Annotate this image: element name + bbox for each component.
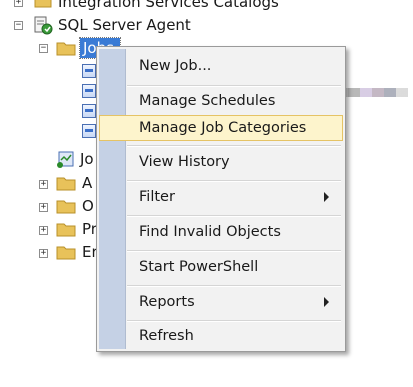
expand-toggle-icon[interactable]: +	[39, 203, 48, 212]
menu-item-new-job[interactable]: New Job...	[99, 53, 343, 79]
menu-item-label: Reports	[139, 294, 195, 310]
job-icon[interactable]	[82, 84, 96, 98]
menu-separator	[127, 285, 341, 287]
job-icon[interactable]	[82, 124, 96, 138]
menu-item-manage-job-categories[interactable]: Manage Job Categories	[99, 115, 343, 141]
menu-separator	[127, 215, 341, 217]
menu-item-reports[interactable]: Reports	[99, 289, 343, 315]
menu-item-label: Find Invalid Objects	[139, 224, 281, 240]
menu-separator	[127, 145, 341, 147]
expand-toggle-icon[interactable]: +	[39, 180, 48, 189]
collapse-toggle-icon[interactable]: −	[14, 21, 23, 30]
job-icon[interactable]	[82, 104, 96, 118]
menu-item-label: Refresh	[139, 328, 194, 344]
job-activity-monitor-icon	[57, 151, 74, 168]
menu-item-refresh[interactable]: Refresh	[99, 323, 343, 349]
menu-item-filter[interactable]: Filter	[99, 184, 343, 210]
submenu-arrow-icon	[324, 297, 329, 307]
folder-icon	[56, 42, 76, 56]
menu-item-label: Start PowerShell	[139, 259, 259, 275]
tree-node-job-activity-monitor[interactable]: Jo	[80, 150, 94, 168]
tree-node-integration-catalogs[interactable]: Integration Services Catalogs	[58, 0, 279, 11]
folder-icon	[56, 200, 76, 214]
tree-node-sql-server-agent[interactable]: SQL Server Agent	[58, 16, 191, 34]
menu-item-label: Manage Job Categories	[139, 120, 307, 136]
tree-node-operators[interactable]: O	[82, 197, 94, 215]
tree-node-alerts[interactable]: A	[82, 174, 92, 192]
collapse-toggle-icon[interactable]: −	[39, 44, 48, 53]
tree-node-proxies[interactable]: Pr	[82, 220, 97, 238]
expand-toggle-icon[interactable]: +	[39, 226, 48, 235]
submenu-arrow-icon	[324, 192, 329, 202]
sql-agent-icon	[34, 16, 53, 35]
menu-item-label: View History	[139, 154, 230, 170]
menu-item-start-powershell[interactable]: Start PowerShell	[99, 254, 343, 280]
folder-icon	[34, 0, 52, 8]
menu-item-label: Filter	[139, 189, 175, 205]
menu-separator	[127, 85, 341, 87]
context-menu: New Job... Manage Schedules Manage Job C…	[96, 46, 346, 352]
menu-item-manage-schedules[interactable]: Manage Schedules	[99, 88, 343, 114]
menu-item-find-invalid-objects[interactable]: Find Invalid Objects	[99, 219, 343, 245]
expand-toggle-icon[interactable]: +	[39, 249, 48, 258]
folder-icon	[56, 223, 76, 237]
menu-separator	[127, 320, 341, 322]
expand-toggle-icon[interactable]: +	[14, 0, 23, 7]
menu-separator	[127, 180, 341, 182]
job-icon[interactable]	[82, 64, 96, 78]
menu-item-view-history[interactable]: View History	[99, 149, 343, 175]
menu-item-label: New Job...	[139, 58, 212, 74]
folder-icon	[56, 246, 76, 260]
folder-icon	[56, 177, 76, 191]
menu-separator	[127, 250, 341, 252]
menu-item-label: Manage Schedules	[139, 93, 276, 109]
